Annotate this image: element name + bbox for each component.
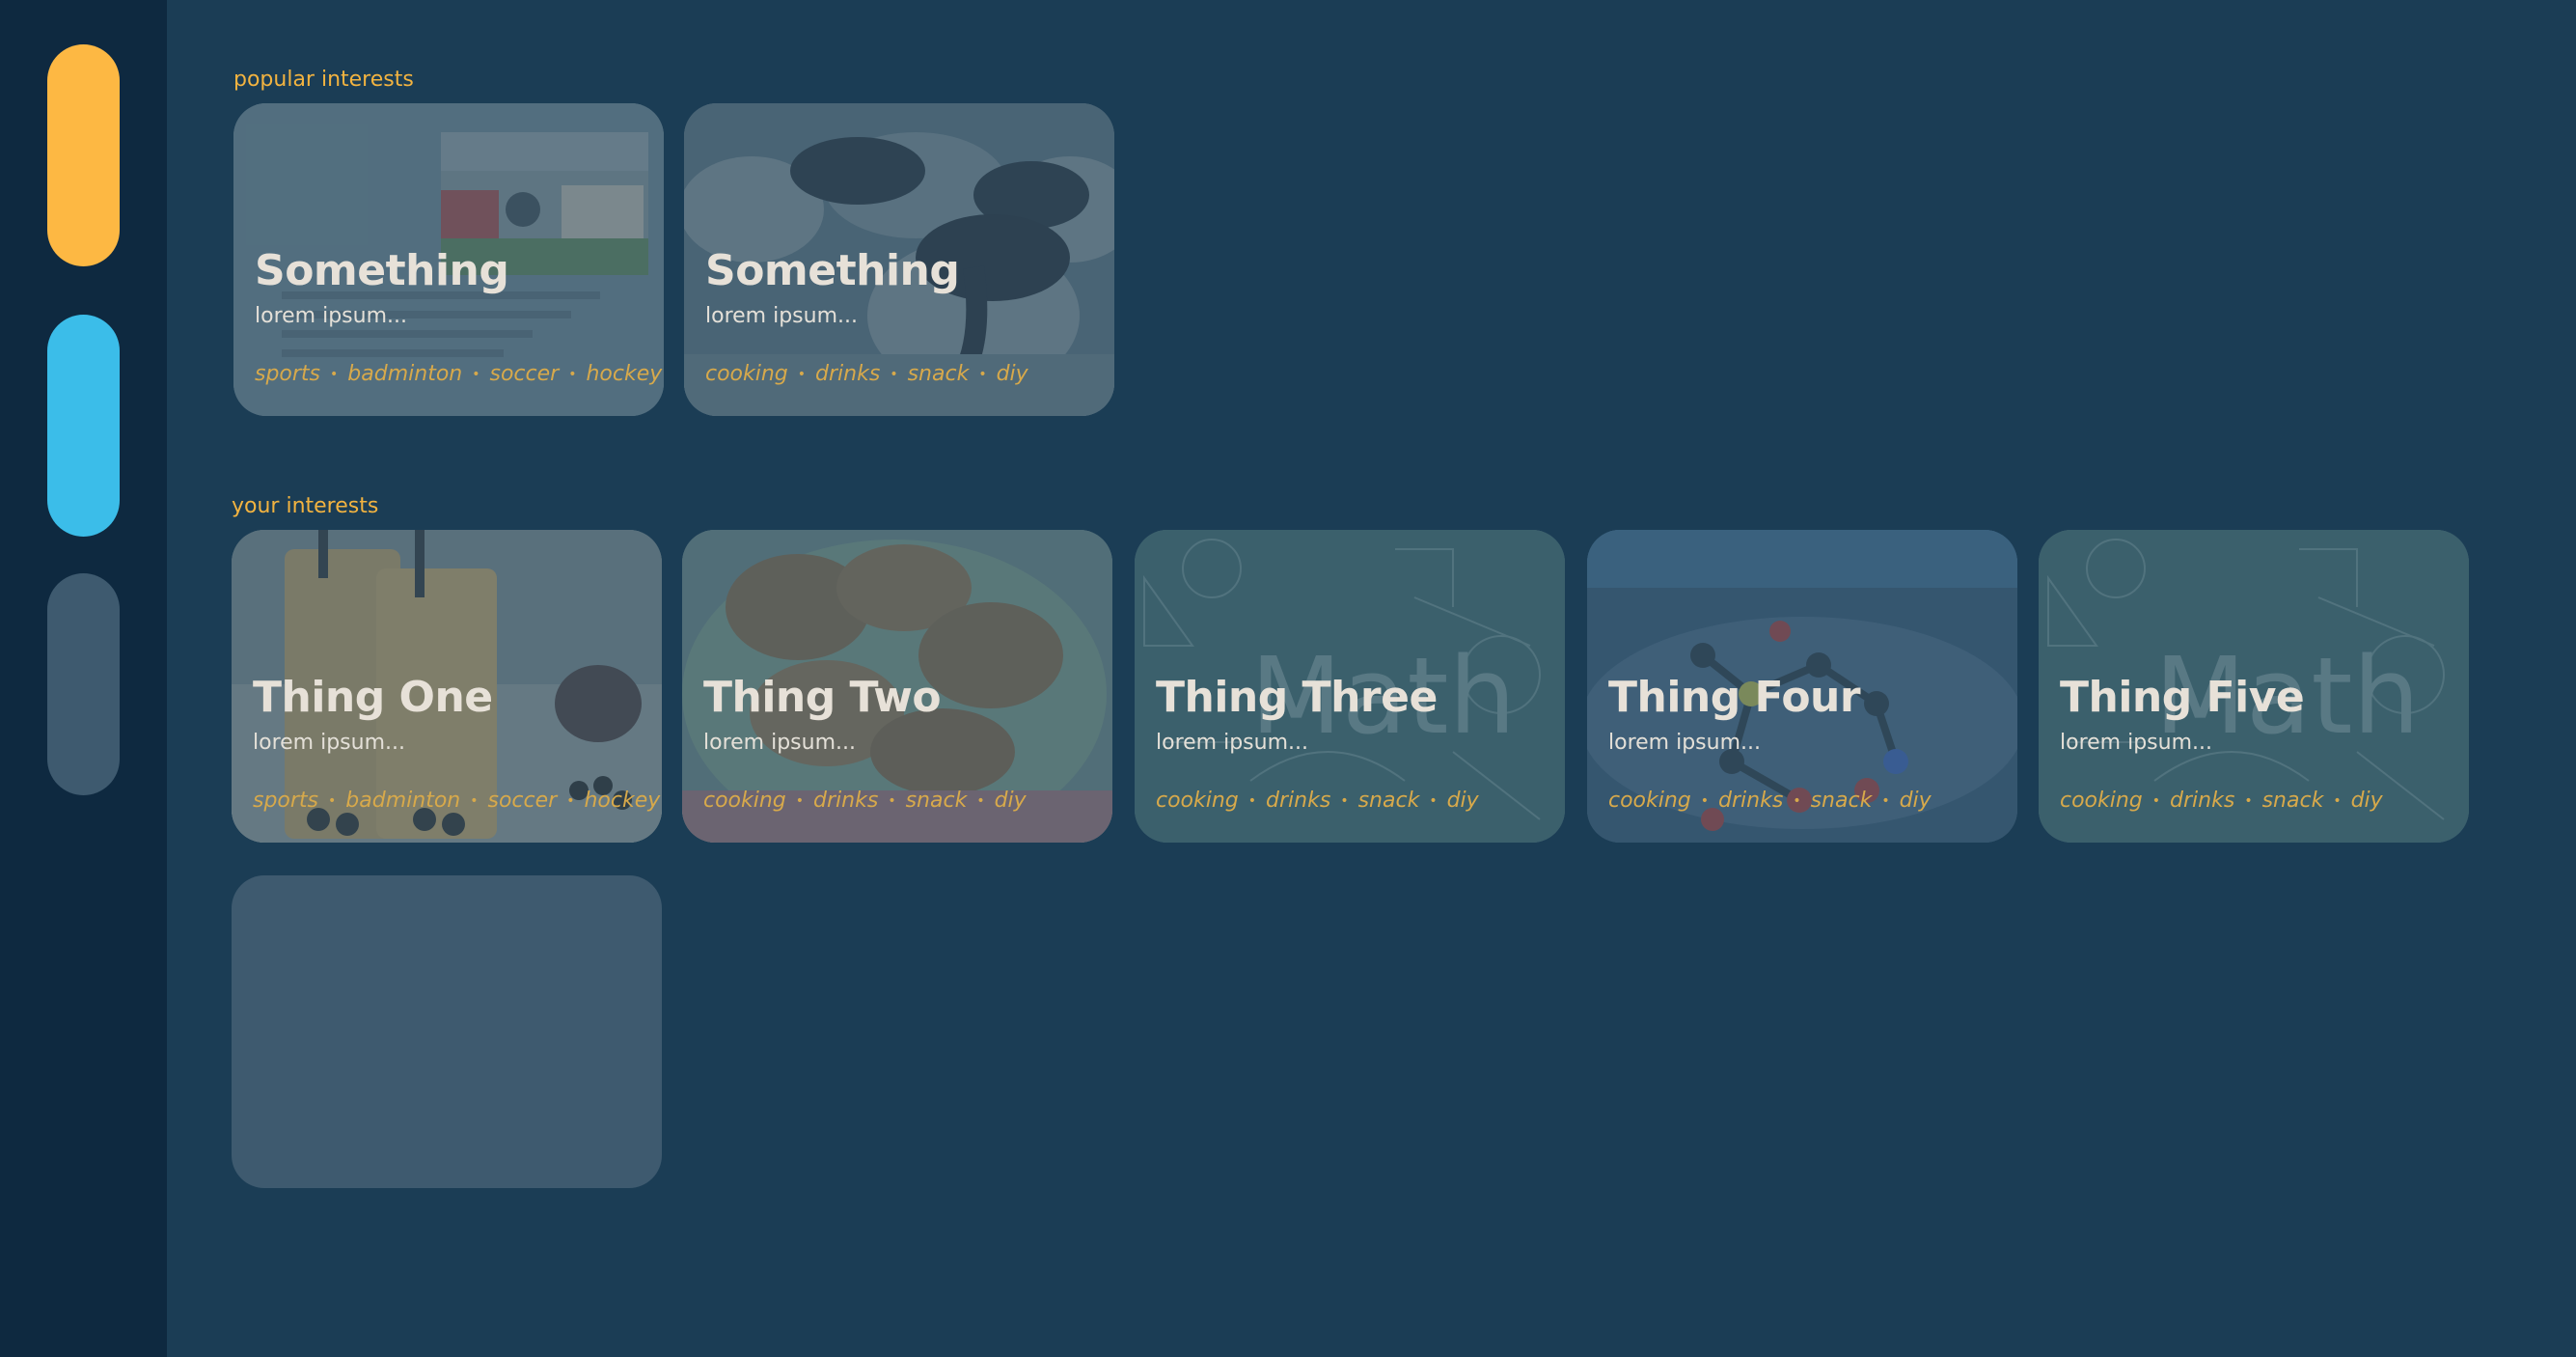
card-title: Thing Four	[1608, 673, 1861, 722]
card-tags: cooking • drinks • snack • diy	[705, 362, 1028, 386]
tag[interactable]: cooking	[703, 789, 786, 813]
popular-card-1[interactable]: Something lorem ipsum... sports • badminto…	[233, 103, 664, 416]
tag[interactable]: cooking	[2060, 789, 2143, 813]
card-title: Thing Three	[1156, 673, 1438, 722]
card-tags: cooking • drinks • snack • diy	[1608, 789, 1932, 813]
tag[interactable]: drinks	[1718, 789, 1783, 813]
popular-card-2[interactable]: Something lorem ipsum... cooking • drinks •…	[684, 103, 1114, 416]
tag[interactable]: diy	[995, 789, 1027, 813]
your-card-3[interactable]: Math Thing Three lorem ipsum... cooking•…	[1135, 530, 1565, 843]
tag[interactable]: sports	[255, 362, 320, 386]
sidebar-pill-blue[interactable]	[47, 315, 120, 537]
tag[interactable]: drinks	[815, 362, 880, 386]
card-title: Thing One	[253, 673, 493, 722]
your-card-4[interactable]: Thing Four lorem ipsum... cooking • drinks…	[1587, 530, 2017, 843]
your-card-1[interactable]: Thing One lorem ipsum... sports • badminto…	[232, 530, 662, 843]
tag[interactable]: sports	[253, 789, 318, 813]
tag[interactable]: soccer	[488, 789, 558, 813]
tag[interactable]: diy	[997, 362, 1028, 386]
tag[interactable]: hockey	[586, 362, 662, 386]
tag[interactable]: badminton	[345, 789, 460, 813]
card-subtitle: lorem ipsum...	[255, 304, 407, 328]
your-interests-label: your interests	[232, 494, 379, 518]
card-title: Something	[705, 246, 960, 295]
tag[interactable]: snack	[1811, 789, 1873, 813]
sidebar-pill-grey[interactable]	[47, 573, 120, 795]
card-title: Thing Five	[2060, 673, 2305, 722]
add-interest-card[interactable]	[232, 875, 662, 1188]
your-card-2[interactable]: Thing Two lorem ipsum... cooking • drinks •…	[682, 530, 1112, 843]
card-subtitle: lorem ipsum...	[703, 731, 856, 755]
sidebar-pill-yellow[interactable]	[47, 44, 120, 266]
card-tags: cooking • drinks • snack • diy	[1156, 789, 1479, 813]
tag[interactable]: diy	[1900, 789, 1932, 813]
card-title: Thing Two	[703, 673, 942, 722]
popular-interests-label: popular interests	[233, 68, 414, 92]
tag[interactable]: snack	[908, 362, 970, 386]
tag[interactable]: diy	[2351, 789, 2383, 813]
card-subtitle: lorem ipsum...	[1156, 731, 1308, 755]
sidebar	[0, 0, 167, 1357]
card-subtitle: lorem ipsum...	[253, 731, 405, 755]
tag[interactable]: drinks	[2170, 789, 2234, 813]
card-tags: sports • badminton • soccer • hockey	[253, 789, 661, 813]
tag[interactable]: cooking	[1608, 789, 1691, 813]
tag[interactable]: badminton	[347, 362, 462, 386]
tag[interactable]: drinks	[813, 789, 878, 813]
card-subtitle: lorem ipsum...	[2060, 731, 2212, 755]
tag[interactable]: drinks	[1266, 789, 1330, 813]
card-tags: cooking • drinks • snack • diy	[703, 789, 1027, 813]
your-card-5[interactable]: Math Thing Five lorem ipsum... cooking•d…	[2039, 530, 2469, 843]
tag[interactable]: diy	[1447, 789, 1479, 813]
tag[interactable]: hockey	[584, 789, 660, 813]
tag[interactable]: soccer	[490, 362, 560, 386]
tag[interactable]: snack	[2262, 789, 2324, 813]
tag[interactable]: cooking	[1156, 789, 1239, 813]
card-title: Something	[255, 246, 509, 295]
tag[interactable]: cooking	[705, 362, 788, 386]
card-tags: cooking • drinks • snack • diy	[2060, 789, 2383, 813]
card-subtitle: lorem ipsum...	[1608, 731, 1761, 755]
tag[interactable]: snack	[906, 789, 968, 813]
tag[interactable]: snack	[1358, 789, 1420, 813]
card-subtitle: lorem ipsum...	[705, 304, 858, 328]
card-tags: sports • badminton • soccer • hockey	[255, 362, 663, 386]
